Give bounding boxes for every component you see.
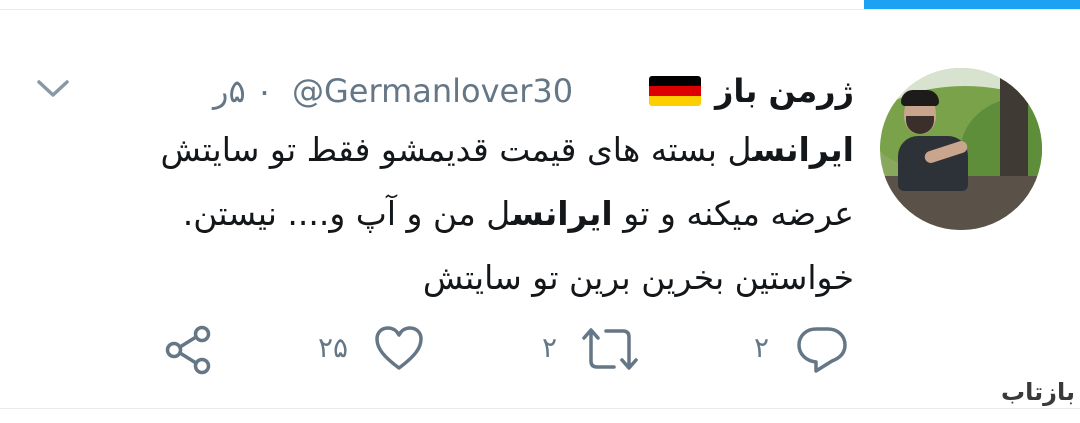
avatar[interactable]: [880, 68, 1042, 230]
bottom-divider: [0, 408, 1080, 409]
share-button[interactable]: [162, 325, 218, 375]
tweet-text: ایرانسل بسته های قیمت قدیمشو فقط تو سایت…: [44, 118, 854, 310]
retweet-button[interactable]: ۲: [542, 325, 642, 375]
reply-count: ۲: [754, 331, 770, 364]
active-tab-indicator: [864, 0, 1080, 9]
author-name[interactable]: ژرمن باز: [715, 72, 854, 110]
tweet-time[interactable]: ۰ ۵ر: [213, 72, 273, 110]
reply-button[interactable]: ۲: [754, 325, 850, 375]
hashtag-text[interactable]: ایرانس: [752, 130, 854, 169]
hashtag-text[interactable]: ایرانس: [511, 194, 613, 233]
like-count: ۲۵: [318, 331, 349, 364]
chevron-down-icon[interactable]: [36, 76, 70, 100]
heart-icon: [375, 326, 423, 370]
watermark-logo: بازتاب: [1001, 378, 1075, 406]
share-icon: [165, 325, 211, 375]
top-divider: [0, 9, 1080, 10]
retweet-icon: [582, 328, 638, 370]
tweet-line-3: خواستین بخرین برین تو سایتش: [422, 258, 854, 297]
author-handle[interactable]: @Germanlover30: [292, 72, 573, 110]
tweet-line-2: عرضه میکنه و تو ایرانسل من و آپ و.... نی…: [182, 194, 854, 233]
reply-icon: [797, 327, 847, 373]
retweet-count: ۲: [542, 331, 558, 364]
tweet-line-1: ایرانسل بسته های قیمت قدیمشو فقط تو سایت…: [160, 130, 854, 169]
like-button[interactable]: ۲۵: [314, 325, 426, 375]
germany-flag-icon: [649, 76, 701, 106]
